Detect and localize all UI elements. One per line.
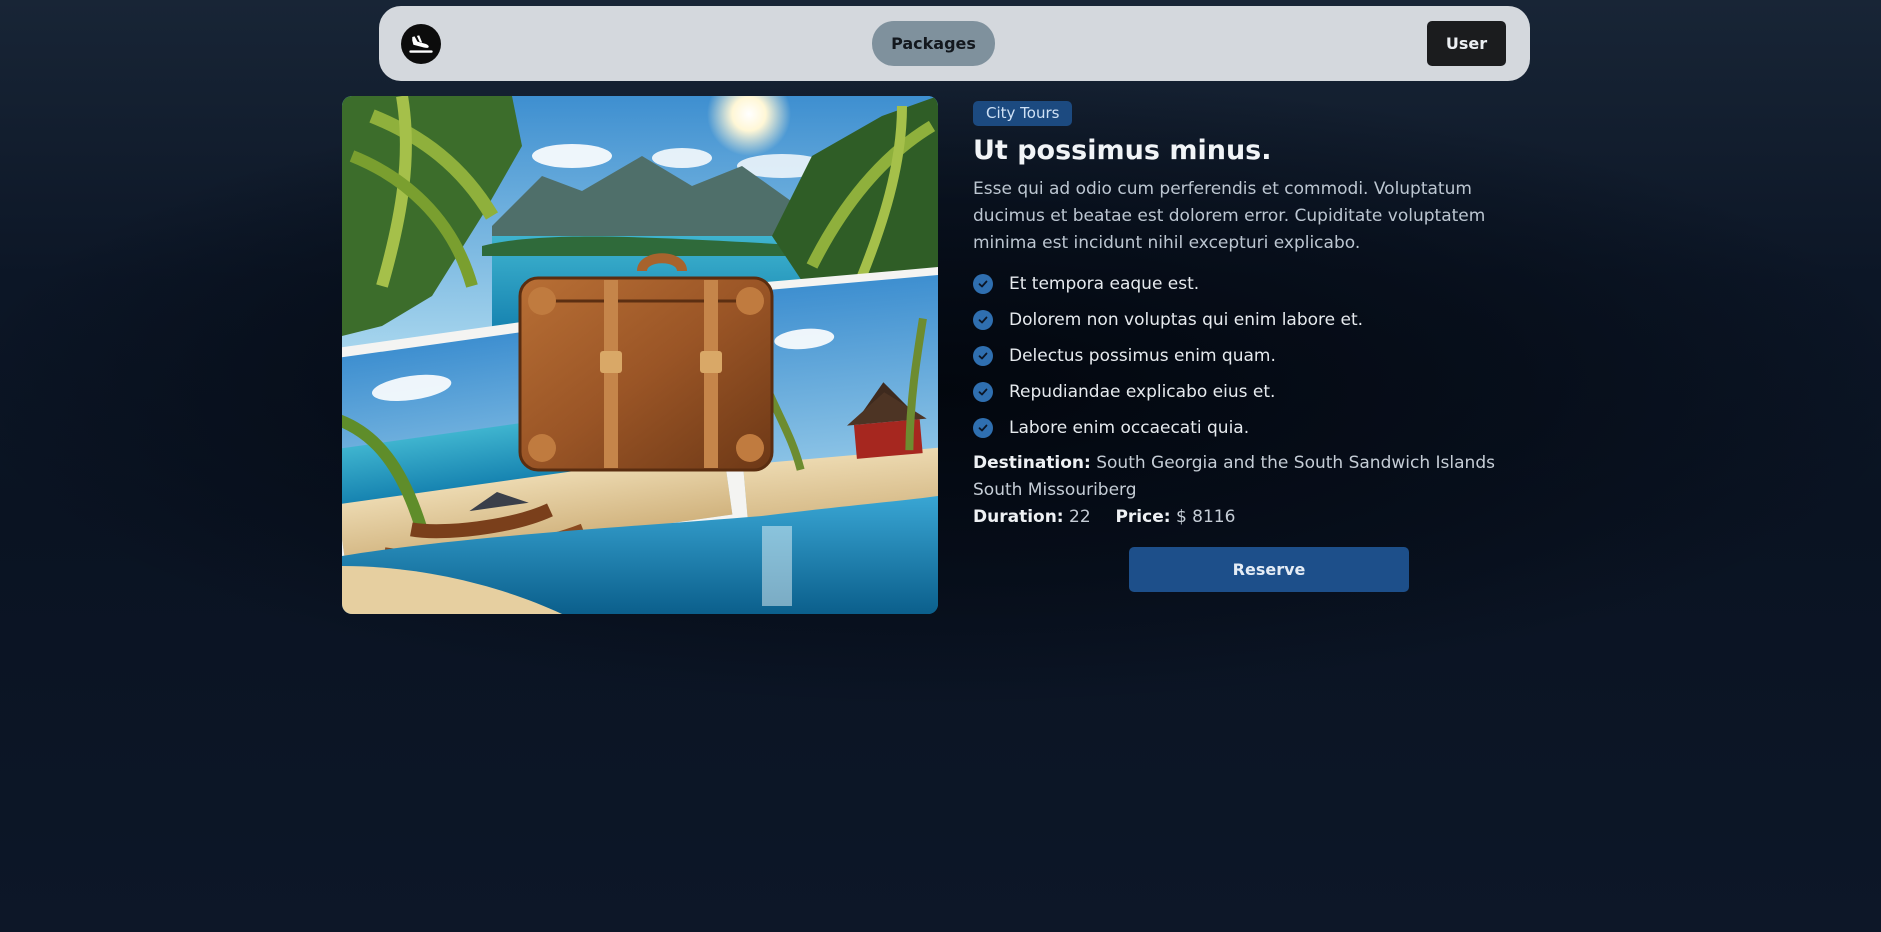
feature-text: Dolorem non voluptas qui enim labore et. <box>1009 310 1364 330</box>
feature-item: Repudiandae explicabo eius et. <box>973 374 1533 410</box>
feature-text: Repudiandae explicabo eius et. <box>1009 382 1276 402</box>
check-circle-icon <box>973 382 993 402</box>
travel-collage-illustration <box>342 96 938 614</box>
check-circle-icon <box>973 418 993 438</box>
reserve-button[interactable]: Reserve <box>1129 547 1409 592</box>
user-button[interactable]: User <box>1427 21 1506 66</box>
feature-text: Delectus possimus enim quam. <box>1009 346 1276 366</box>
plane-landing-icon[interactable] <box>401 23 441 64</box>
feature-text: Et tempora eaque est. <box>1009 274 1200 294</box>
package-hero-image <box>342 96 938 614</box>
destination-row: Destination: South Georgia and the South… <box>973 450 1533 504</box>
feature-item: Delectus possimus enim quam. <box>973 338 1533 374</box>
duration-label: Duration: <box>973 507 1064 527</box>
feature-list: Et tempora eaque est. Dolorem non volupt… <box>973 266 1533 446</box>
navbar: Packages User <box>379 6 1530 81</box>
check-circle-icon <box>973 274 993 294</box>
feature-item: Labore enim occaecati quia. <box>973 410 1533 446</box>
price-value: $ 8116 <box>1175 507 1236 527</box>
package-details: City Tours Ut possimus minus. Esse qui a… <box>973 101 1533 592</box>
check-circle-icon <box>973 346 993 366</box>
category-badge: City Tours <box>973 101 1073 126</box>
destination-label: Destination: <box>973 453 1091 473</box>
feature-item: Dolorem non voluptas qui enim labore et. <box>973 302 1533 338</box>
duration-value: 22 <box>1069 507 1091 527</box>
feature-item: Et tempora eaque est. <box>973 266 1533 302</box>
duration-price-row: Duration: 22 Price: $ 8116 <box>973 504 1533 531</box>
package-description: Esse qui ad odio cum perferendis et comm… <box>973 179 1486 253</box>
price-label: Price: <box>1115 507 1171 527</box>
packages-nav-button[interactable]: Packages <box>872 21 995 66</box>
feature-text: Labore enim occaecati quia. <box>1009 418 1250 438</box>
package-title: Ut possimus minus. <box>973 135 1272 166</box>
check-circle-icon <box>973 310 993 330</box>
